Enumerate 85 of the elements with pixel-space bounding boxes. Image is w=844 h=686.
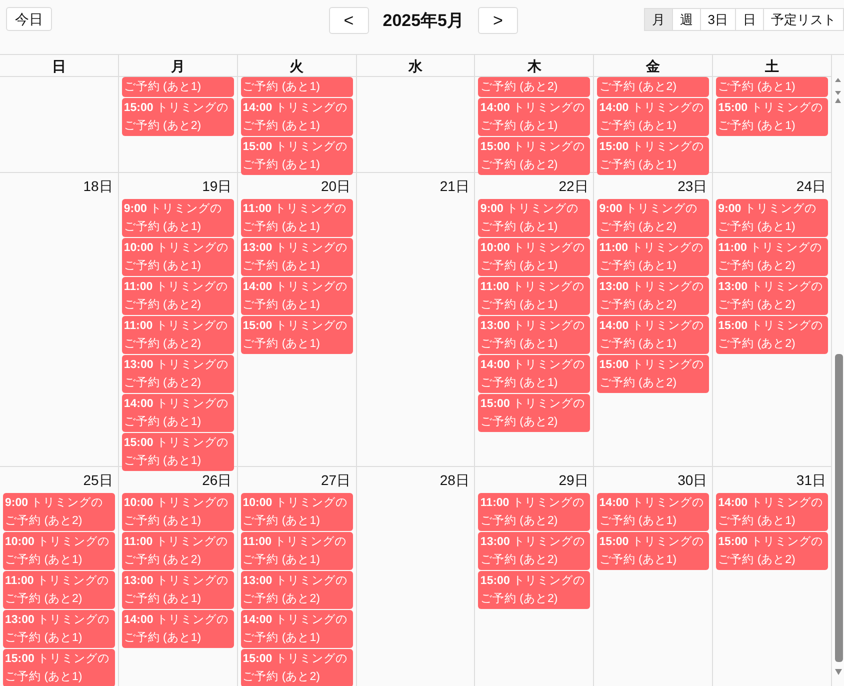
appointment-event[interactable]: 15:00 トリミングのご予約 (あと1) bbox=[597, 137, 710, 175]
appointment-event[interactable]: 10:00 トリミングのご予約 (あと1) bbox=[240, 493, 353, 531]
appointment-event[interactable]: 11:00 トリミングのご予約 (あと1) bbox=[240, 532, 353, 570]
appointment-event[interactable]: 14:00 トリミングのご予約 (あと1) bbox=[122, 394, 234, 432]
appointment-event[interactable]: 11:00 トリミングのご予約 (あと2) bbox=[3, 571, 115, 609]
appointment-event[interactable]: ご予約 (あと1) bbox=[122, 77, 234, 97]
day-number: 25日 bbox=[83, 471, 113, 490]
appointment-event[interactable]: 14:00 トリミングのご予約 (あと1) bbox=[478, 355, 590, 393]
day-number: 22日 bbox=[558, 177, 588, 196]
today-button[interactable]: 今日 bbox=[6, 7, 52, 31]
day-number: 21日 bbox=[440, 177, 470, 196]
appointment-event[interactable]: 15:00 トリミングのご予約 (あと2) bbox=[478, 571, 590, 609]
appointment-event[interactable]: 9:00 トリミングのご予約 (あと1) bbox=[478, 199, 590, 237]
appointment-event[interactable]: 14:00 トリミングのご予約 (あと1) bbox=[597, 316, 710, 354]
appointment-event[interactable]: 14:00 トリミングのご予約 (あと1) bbox=[122, 610, 234, 648]
day-number: 28日 bbox=[440, 471, 470, 490]
day-number: 19日 bbox=[202, 177, 232, 196]
appointment-event[interactable]: 15:00 トリミングのご予約 (あと1) bbox=[240, 316, 353, 354]
weekday-header: 水 bbox=[356, 55, 476, 77]
appointment-event[interactable]: 14:00 トリミングのご予約 (あと1) bbox=[597, 98, 710, 136]
appointment-event[interactable]: 15:00 トリミングのご予約 (あと1) bbox=[597, 532, 710, 570]
appointment-event[interactable]: 13:00 トリミングのご予約 (あと2) bbox=[716, 277, 828, 315]
day-number: 23日 bbox=[678, 177, 708, 196]
day-number: 31日 bbox=[796, 471, 826, 490]
day-number: 26日 bbox=[202, 471, 232, 490]
appointment-event[interactable]: 13:00 トリミングのご予約 (あと2) bbox=[478, 532, 590, 570]
weekday-header: 日 bbox=[0, 55, 119, 77]
day-number: 30日 bbox=[678, 471, 708, 490]
appointment-event[interactable]: 11:00 トリミングのご予約 (あと2) bbox=[478, 493, 590, 531]
appointment-event[interactable]: 13:00 トリミングのご予約 (あと1) bbox=[478, 316, 590, 354]
appointment-event[interactable]: 13:00 トリミングのご予約 (あと2) bbox=[597, 277, 710, 315]
appointment-event[interactable]: 9:00 トリミングのご予約 (あと1) bbox=[716, 199, 828, 237]
appointment-event[interactable]: 9:00 トリミングのご予約 (あと1) bbox=[122, 199, 234, 237]
appointment-event[interactable]: 11:00 トリミングのご予約 (あと2) bbox=[716, 238, 828, 276]
day-number: 24日 bbox=[796, 177, 826, 196]
appointment-event[interactable]: 13:00 トリミングのご予約 (あと1) bbox=[240, 238, 353, 276]
appointment-event[interactable]: 13:00 トリミングのご予約 (あと1) bbox=[3, 610, 115, 648]
view-tab[interactable]: 3日 bbox=[700, 8, 736, 31]
appointment-event[interactable]: 14:00 トリミングのご予約 (あと1) bbox=[240, 277, 353, 315]
appointment-event[interactable]: 15:00 トリミングのご予約 (あと1) bbox=[3, 649, 115, 686]
day-number: 27日 bbox=[320, 471, 351, 490]
next-month-button[interactable]: > bbox=[478, 7, 518, 34]
appointment-event[interactable]: 14:00 トリミングのご予約 (あと1) bbox=[240, 610, 353, 648]
appointment-event[interactable]: 15:00 トリミングのご予約 (あと2) bbox=[597, 355, 710, 393]
appointment-event[interactable]: 15:00 トリミングのご予約 (あと2) bbox=[716, 532, 828, 570]
appointment-event[interactable]: ご予約 (あと1) bbox=[240, 77, 353, 97]
day-number: 18日 bbox=[83, 177, 113, 196]
day-number: 29日 bbox=[558, 471, 588, 490]
appointment-event[interactable]: 14:00 トリミングのご予約 (あと1) bbox=[478, 98, 590, 136]
appointment-event[interactable]: ご予約 (あと2) bbox=[478, 77, 590, 97]
appointment-event[interactable]: 15:00 トリミングのご予約 (あと1) bbox=[716, 98, 828, 136]
view-tab[interactable]: 週 bbox=[672, 8, 701, 31]
view-tab[interactable]: 月 bbox=[644, 8, 673, 31]
appointment-event[interactable]: 14:00 トリミングのご予約 (あと1) bbox=[240, 98, 353, 136]
appointment-event[interactable]: 11:00 トリミングのご予約 (あと2) bbox=[122, 316, 234, 354]
appointment-event[interactable]: ご予約 (あと2) bbox=[597, 77, 710, 97]
appointment-event[interactable]: 13:00 トリミングのご予約 (あと1) bbox=[122, 571, 234, 609]
appointment-event[interactable]: 14:00 トリミングのご予約 (あと1) bbox=[716, 493, 828, 531]
appointment-event[interactable]: ご予約 (あと1) bbox=[716, 77, 828, 97]
appointment-event[interactable]: 11:00 トリミングのご予約 (あと2) bbox=[122, 277, 234, 315]
day-number: 20日 bbox=[320, 177, 351, 196]
previous-month-button[interactable]: < bbox=[328, 7, 369, 34]
appointment-event[interactable]: 9:00 トリミングのご予約 (あと2) bbox=[597, 199, 710, 237]
view-tab[interactable]: 予定リスト bbox=[762, 8, 844, 31]
appointment-event[interactable]: 11:00 トリミングのご予約 (あと1) bbox=[240, 199, 353, 237]
month-title: 2025年5月 bbox=[382, 10, 464, 32]
view-tab[interactable]: 日 bbox=[734, 8, 764, 31]
appointment-event[interactable]: 15:00 トリミングのご予約 (あと2) bbox=[478, 394, 590, 432]
appointment-event[interactable]: 14:00 トリミングのご予約 (あと1) bbox=[597, 493, 710, 531]
appointment-event[interactable]: 13:00 トリミングのご予約 (あと2) bbox=[122, 355, 234, 393]
appointment-event[interactable]: 9:00 トリミングのご予約 (あと2) bbox=[3, 493, 115, 531]
appointment-event[interactable]: 10:00 トリミングのご予約 (あと1) bbox=[3, 532, 115, 570]
appointment-event[interactable]: 13:00 トリミングのご予約 (あと2) bbox=[240, 571, 353, 609]
appointment-event[interactable]: 10:00 トリミングのご予約 (あと1) bbox=[122, 238, 234, 276]
appointment-event[interactable]: 15:00 トリミングのご予約 (あと2) bbox=[716, 316, 828, 354]
appointment-event[interactable]: 15:00 トリミングのご予約 (あと2) bbox=[122, 98, 234, 136]
appointment-event[interactable]: 11:00 トリミングのご予約 (あと1) bbox=[597, 238, 710, 276]
appointment-event[interactable]: 15:00 トリミングのご予約 (あと1) bbox=[240, 137, 353, 175]
appointment-event[interactable]: 15:00 トリミングのご予約 (あと1) bbox=[122, 433, 234, 471]
appointment-event[interactable]: 15:00 トリミングのご予約 (あと2) bbox=[478, 137, 590, 175]
appointment-event[interactable]: 11:00 トリミングのご予約 (あと1) bbox=[478, 277, 590, 315]
appointment-event[interactable]: 15:00 トリミングのご予約 (あと2) bbox=[240, 649, 353, 686]
appointment-event[interactable]: 10:00 トリミングのご予約 (あと1) bbox=[478, 238, 590, 276]
appointment-event[interactable]: 11:00 トリミングのご予約 (あと2) bbox=[122, 532, 234, 570]
appointment-event[interactable]: 10:00 トリミングのご予約 (あと1) bbox=[122, 493, 234, 531]
